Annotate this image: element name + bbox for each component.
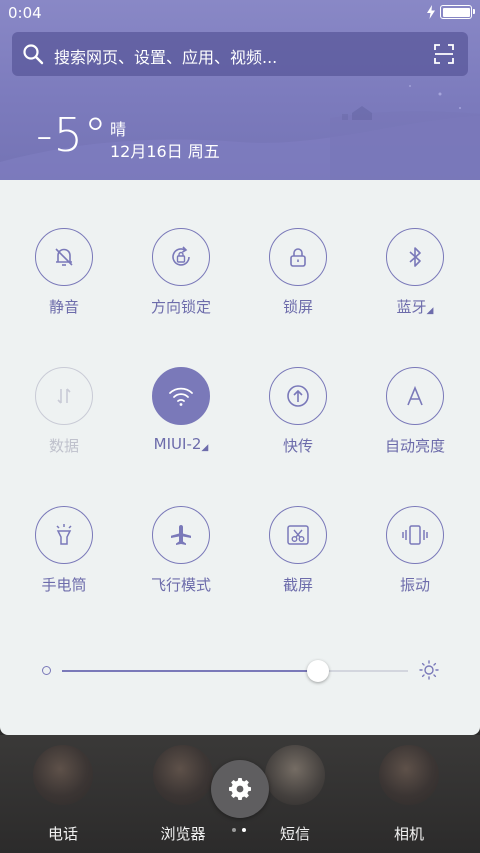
camera-app-icon[interactable] (379, 745, 439, 805)
settings-button[interactable] (211, 760, 269, 818)
toggle-label: 截屏 (282, 576, 313, 594)
wifi-icon (169, 387, 193, 406)
bluetooth-icon (409, 247, 421, 267)
quick-settings-panel: 静音 方向锁定 锁屏 蓝牙◢ 数据 MIUI-2◢ 快传 自动亮度 手电筒 飞行… (0, 180, 480, 735)
toggle-label: 手电筒 (41, 576, 87, 594)
toggle-bluetooth[interactable]: 蓝牙◢ (360, 228, 470, 328)
toggle-circle[interactable] (386, 506, 444, 564)
messages-app-icon[interactable] (265, 745, 325, 805)
toggle-label: 数据 (48, 437, 79, 455)
brightness-knob[interactable] (307, 660, 330, 682)
scan-icon[interactable] (434, 44, 454, 64)
bell-off-icon (55, 248, 73, 266)
letter-a-icon (407, 385, 423, 406)
dock-app-label: 浏览器 (160, 825, 206, 843)
page-dot (232, 828, 236, 832)
data-arrows-icon (57, 388, 71, 404)
toggle-label: 自动亮度 (384, 437, 445, 455)
toggle-label: 振动 (399, 576, 430, 594)
browser-app-icon[interactable] (153, 745, 213, 805)
toggle-screenshot[interactable]: 截屏 (243, 506, 353, 606)
weather-condition[interactable]: 晴 (110, 116, 126, 140)
sun-icon[interactable] (419, 660, 439, 680)
toggle-quick-send[interactable]: 快传 (243, 367, 353, 467)
status-time: 0:04 (8, 4, 42, 22)
toggle-circle[interactable] (152, 506, 210, 564)
weather-temperature[interactable]: -5° (36, 108, 108, 162)
toggle-label: MIUI-2◢ (153, 435, 209, 453)
toggle-circle[interactable] (35, 228, 93, 286)
brightness-slider[interactable] (40, 659, 450, 683)
brightness-track-fill (62, 670, 319, 672)
toggle-circle[interactable] (386, 228, 444, 286)
page-dot (242, 828, 246, 832)
search-icon (23, 44, 44, 65)
toggle-label: 锁屏 (282, 298, 313, 316)
rotation-lock-icon (172, 246, 190, 266)
dock-app-label: 相机 (393, 825, 424, 843)
flashlight-icon (56, 524, 72, 545)
page-indicator (232, 828, 246, 832)
notification-header: 0:04 搜索网页、设置、应用、视频... -5° 晴 12月16日 周五 (0, 0, 480, 180)
toggle-circle[interactable] (269, 367, 327, 425)
gear-icon (229, 778, 251, 800)
phone-app-icon[interactable] (33, 745, 93, 805)
menu-indicator-icon: ◢ (426, 306, 434, 316)
toggle-vibrate[interactable]: 振动 (360, 506, 470, 606)
toggle-circle[interactable] (152, 367, 210, 425)
brightness-low-icon (42, 666, 51, 675)
weather-date[interactable]: 12月16日 周五 (110, 138, 220, 162)
brightness-track[interactable] (62, 660, 408, 682)
airplane-icon (171, 525, 191, 545)
vibrate-icon (402, 525, 428, 545)
status-bar: 0:04 (0, 0, 480, 26)
search-bar[interactable]: 搜索网页、设置、应用、视频... (12, 32, 468, 76)
toggle-rotation-lock[interactable]: 方向锁定 (126, 228, 236, 328)
toggle-label: 飞行模式 (150, 576, 211, 594)
toggle-label: 快传 (282, 437, 313, 455)
toggle-circle[interactable] (269, 228, 327, 286)
charging-icon (427, 5, 435, 19)
dock-app-label: 短信 (279, 825, 310, 843)
dock-app-label: 电话 (47, 825, 78, 843)
toggle-label: 方向锁定 (150, 298, 211, 316)
battery-icon (440, 5, 475, 19)
scissors-icon (287, 525, 309, 545)
toggle-label: 蓝牙◢ (396, 298, 434, 316)
search-placeholder: 搜索网页、设置、应用、视频... (54, 48, 278, 67)
toggle-flashlight[interactable]: 手电筒 (9, 506, 119, 606)
lock-icon (290, 248, 306, 267)
upload-icon (287, 385, 309, 407)
toggle-wifi[interactable]: MIUI-2◢ (126, 367, 236, 467)
toggle-circle[interactable] (269, 506, 327, 564)
status-icons (426, 5, 475, 19)
toggle-circle[interactable] (35, 506, 93, 564)
toggle-data[interactable]: 数据 (9, 367, 119, 467)
toggle-circle[interactable] (35, 367, 93, 425)
dock-app-phone[interactable]: 电话 (23, 745, 103, 845)
toggle-auto-brightness[interactable]: 自动亮度 (360, 367, 470, 467)
toggle-circle[interactable] (386, 367, 444, 425)
menu-indicator-icon: ◢ (201, 443, 209, 453)
toggle-airplane[interactable]: 飞行模式 (126, 506, 236, 606)
toggle-mute[interactable]: 静音 (9, 228, 119, 328)
toggle-label: 静音 (48, 298, 79, 316)
toggle-lock-screen[interactable]: 锁屏 (243, 228, 353, 328)
toggle-circle[interactable] (152, 228, 210, 286)
dock-app-camera[interactable]: 相机 (369, 745, 449, 845)
